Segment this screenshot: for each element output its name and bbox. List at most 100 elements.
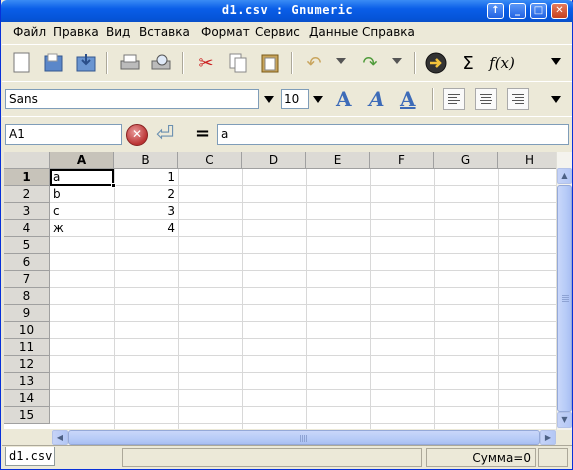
copy-icon[interactable]: [224, 49, 252, 77]
font-size-dropdown-icon[interactable]: [313, 96, 323, 103]
row-header[interactable]: 10: [4, 322, 50, 339]
row-header[interactable]: 3: [4, 203, 50, 220]
align-right-icon[interactable]: [507, 88, 529, 110]
print-preview-icon[interactable]: [147, 49, 175, 77]
close-button[interactable]: ✕: [551, 3, 568, 19]
minimize-button[interactable]: _: [509, 3, 526, 19]
row-header[interactable]: 6: [4, 254, 50, 271]
gridline: [178, 169, 179, 429]
italic-icon[interactable]: A: [369, 87, 385, 111]
row-header[interactable]: 11: [4, 339, 50, 356]
undo-dropdown-icon[interactable]: [336, 58, 346, 64]
redo-dropdown-icon[interactable]: [392, 58, 402, 64]
fill-handle[interactable]: [111, 183, 116, 188]
row-header[interactable]: 12: [4, 356, 50, 373]
format-toolbar: Sans 10 A A A: [2, 81, 572, 115]
sheet-tab[interactable]: d1.csv: [5, 447, 55, 466]
column-header[interactable]: A: [50, 152, 114, 169]
restore-up-icon[interactable]: ↑: [487, 3, 504, 19]
gridline: [498, 169, 499, 429]
menu-help[interactable]: Справка: [362, 25, 415, 39]
toolbar-separator: [182, 52, 184, 74]
column-header[interactable]: D: [242, 152, 306, 169]
bold-icon[interactable]: A: [336, 87, 352, 111]
column-header[interactable]: E: [306, 152, 370, 169]
row-header[interactable]: 9: [4, 305, 50, 322]
title-bar[interactable]: d1.csv : Gnumeric ↑ _ □ ✕: [1, 0, 573, 22]
toolbar-separator: [291, 52, 293, 74]
open-icon[interactable]: [40, 49, 68, 77]
column-header[interactable]: H: [498, 152, 557, 169]
scroll-down-icon[interactable]: ▼: [557, 412, 572, 428]
gridline: [50, 287, 557, 288]
maximize-button[interactable]: □: [530, 3, 547, 19]
sum-icon[interactable]: Σ: [454, 49, 482, 77]
row-header[interactable]: 1: [4, 169, 50, 186]
row-header[interactable]: 8: [4, 288, 50, 305]
column-header[interactable]: B: [114, 152, 178, 169]
row-header[interactable]: 15: [4, 407, 50, 424]
column-header[interactable]: F: [370, 152, 434, 169]
vertical-scrollbar[interactable]: ▲ ▼: [556, 152, 572, 430]
row-header[interactable]: 14: [4, 390, 50, 407]
menu-format[interactable]: Формат: [201, 25, 250, 39]
toolbar-overflow-icon[interactable]: [551, 58, 561, 65]
font-name-field[interactable]: Sans: [5, 89, 259, 109]
cell-reference-box[interactable]: A1: [5, 124, 122, 145]
goto-icon[interactable]: [422, 49, 450, 77]
cut-icon[interactable]: ✂: [192, 49, 220, 77]
font-name-dropdown-icon[interactable]: [264, 96, 274, 103]
scroll-left-icon[interactable]: ◀: [52, 430, 68, 445]
menu-file[interactable]: Файл: [13, 25, 46, 39]
font-size-field[interactable]: 10: [281, 89, 309, 109]
function-icon[interactable]: f(x): [486, 49, 518, 77]
gridline: [50, 355, 557, 356]
cell-b3[interactable]: 3: [114, 203, 178, 220]
paste-icon[interactable]: [256, 49, 284, 77]
menu-tools[interactable]: Сервис: [255, 25, 300, 39]
gridline: [50, 270, 557, 271]
cancel-edit-icon[interactable]: ✕: [126, 124, 148, 146]
redo-icon[interactable]: ↷: [356, 49, 384, 77]
menu-data[interactable]: Данные: [309, 25, 358, 39]
gridline: [50, 372, 557, 373]
cell-a4[interactable]: ж: [50, 220, 114, 237]
cell-b1[interactable]: 1: [114, 169, 178, 186]
select-all-corner[interactable]: [4, 152, 50, 169]
cell-a2[interactable]: b: [50, 186, 114, 203]
accept-edit-icon[interactable]: ⏎: [156, 122, 174, 147]
cell-b2[interactable]: 2: [114, 186, 178, 203]
cell-a3[interactable]: c: [50, 203, 114, 220]
scroll-right-icon[interactable]: ▶: [540, 430, 556, 445]
spreadsheet-grid[interactable]: A B C D E F G H 1 2 3 4 5 6 7 8 9 10 11 …: [4, 152, 557, 429]
gridline: [50, 389, 557, 390]
menu-edit[interactable]: Правка: [53, 25, 99, 39]
align-left-icon[interactable]: [443, 88, 465, 110]
menu-insert[interactable]: Вставка: [139, 25, 190, 39]
undo-icon[interactable]: ↶: [300, 49, 328, 77]
row-header[interactable]: 2: [4, 186, 50, 203]
cell-cursor: [50, 169, 114, 186]
horizontal-scroll-thumb[interactable]: [68, 430, 540, 445]
formula-input[interactable]: a: [217, 124, 569, 145]
row-header[interactable]: 4: [4, 220, 50, 237]
row-header[interactable]: 13: [4, 373, 50, 390]
column-header[interactable]: C: [178, 152, 242, 169]
new-document-icon[interactable]: [8, 49, 36, 77]
underline-icon[interactable]: A: [400, 87, 416, 111]
gridline: [242, 169, 243, 429]
cell-b4[interactable]: 4: [114, 220, 178, 237]
vertical-scroll-thumb[interactable]: [557, 185, 572, 412]
scroll-up-icon[interactable]: ▲: [557, 168, 572, 184]
toolbar-separator: [106, 52, 108, 74]
align-center-icon[interactable]: [475, 88, 497, 110]
horizontal-scrollbar[interactable]: ◀ ▶: [52, 430, 556, 445]
format-toolbar-overflow-icon[interactable]: [551, 96, 561, 103]
row-header[interactable]: 7: [4, 271, 50, 288]
column-header[interactable]: G: [434, 152, 498, 169]
row-header[interactable]: 5: [4, 237, 50, 254]
save-icon[interactable]: [72, 49, 100, 77]
print-icon[interactable]: [116, 49, 144, 77]
equal-icon[interactable]: =: [195, 123, 210, 144]
menu-view[interactable]: Вид: [106, 25, 130, 39]
